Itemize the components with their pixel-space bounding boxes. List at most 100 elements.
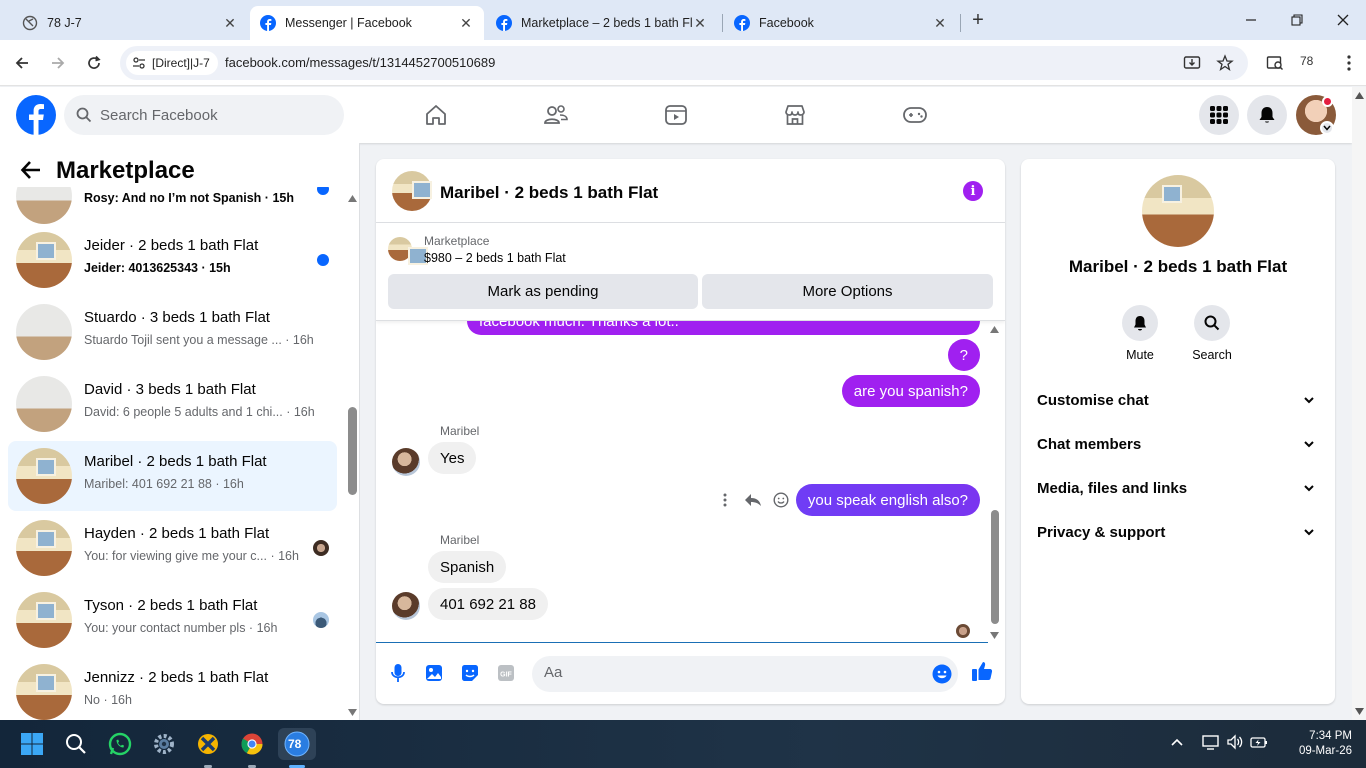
listing-thumbnail[interactable] — [388, 237, 428, 265]
app-icon[interactable] — [192, 728, 224, 760]
chrome-icon[interactable] — [236, 728, 268, 760]
close-icon[interactable]: ✕ — [458, 15, 474, 32]
message-bubble-in[interactable]: Yes — [428, 442, 477, 474]
search-input[interactable] — [100, 106, 320, 124]
chevron-down-icon[interactable] — [1320, 121, 1334, 135]
tab-facebook[interactable]: Facebook ✕ — [724, 6, 958, 40]
message-bubble-out[interactable]: you speak english also? — [795, 484, 980, 516]
message-bubble-out[interactable]: ? — [947, 339, 980, 371]
conversation-name: Maribel · 2 beds 1 bath Flat — [84, 453, 267, 470]
info-icon[interactable]: i — [963, 181, 983, 201]
bookmark-button[interactable] — [1215, 53, 1235, 73]
mark-as-pending-button[interactable]: Mark as pending — [388, 274, 698, 309]
gif-icon[interactable]: GIF — [495, 662, 517, 684]
conversation-avatar[interactable] — [392, 171, 432, 211]
install-app-button[interactable] — [1182, 53, 1202, 73]
tab-78-j7[interactable]: 78 J-7 ✕ — [12, 6, 248, 40]
back-arrow-icon[interactable] — [20, 159, 42, 181]
back-button[interactable] — [9, 50, 35, 76]
close-icon[interactable]: ✕ — [932, 15, 948, 32]
facebook-logo-icon[interactable] — [16, 95, 56, 135]
scrollbar-thumb[interactable] — [348, 407, 357, 495]
message-bubble-out[interactable]: are you spanish? — [841, 375, 980, 407]
tab-marketplace[interactable]: Marketplace – 2 beds 1 bath Fla ✕ — [486, 6, 718, 40]
volume-icon[interactable] — [1226, 734, 1244, 750]
search-in-chat-button[interactable]: Search — [1182, 305, 1242, 362]
more-icon[interactable] — [711, 489, 739, 511]
conversation-item-stuardo[interactable]: Stuardo · 3 beds 1 bath Flat Stuardo Toj… — [8, 297, 337, 367]
minimize-button[interactable] — [1228, 0, 1274, 40]
conversation-title[interactable]: Maribel · 2 beds 1 bath Flat — [440, 183, 658, 203]
active-app-icon[interactable]: 78 — [278, 728, 316, 760]
conversation-item-david[interactable]: David · 3 beds 1 bath Flat David: 6 peop… — [8, 369, 337, 439]
close-icon[interactable]: ✕ — [692, 15, 708, 32]
search-icon[interactable] — [60, 728, 92, 760]
notifications-button[interactable] — [1247, 95, 1287, 135]
video-nav[interactable] — [660, 99, 692, 131]
scrollbar-thumb[interactable] — [991, 510, 999, 624]
sender-avatar[interactable] — [392, 448, 420, 476]
microphone-icon[interactable] — [387, 662, 409, 684]
network-icon[interactable] — [1202, 734, 1220, 750]
message-bubble-out[interactable]: facebook much. Thanks a lot.. — [467, 321, 980, 335]
windows-start-icon[interactable] — [16, 728, 48, 760]
tab-search-button[interactable] — [1262, 50, 1288, 76]
chat-members-row[interactable]: Chat members — [1029, 422, 1327, 466]
close-window-button[interactable] — [1320, 0, 1366, 40]
address-bar[interactable]: [Direct]|J-7 facebook.com/messages/t/131… — [120, 46, 1248, 80]
menu-button[interactable] — [1336, 50, 1362, 76]
conversation-item-jennizz[interactable]: Jennizz · 2 beds 1 bath Flat No · 16h — [8, 657, 337, 720]
chevron-down-icon — [1304, 529, 1314, 536]
sticker-icon[interactable] — [459, 662, 481, 684]
friends-nav[interactable] — [540, 99, 572, 131]
close-icon[interactable]: ✕ — [222, 15, 238, 32]
maximize-button[interactable] — [1274, 0, 1320, 40]
scroll-up-icon[interactable] — [348, 195, 357, 202]
tab-messenger[interactable]: Messenger | Facebook ✕ — [250, 6, 484, 40]
like-thumb-icon[interactable] — [971, 660, 993, 682]
home-nav[interactable] — [420, 99, 452, 131]
message-input[interactable] — [544, 664, 914, 681]
scroll-down-icon[interactable] — [348, 709, 357, 716]
settings-gear-icon[interactable] — [148, 728, 180, 760]
system-clock[interactable]: 7:34 PM 09-Mar-26 — [1280, 729, 1352, 759]
message-bubble-in[interactable]: Spanish — [428, 551, 507, 583]
mute-button[interactable]: Mute — [1110, 305, 1170, 362]
marketplace-nav[interactable] — [779, 99, 811, 131]
battery-icon[interactable] — [1250, 734, 1268, 750]
emoji-icon[interactable] — [932, 664, 952, 684]
facebook-search[interactable] — [64, 95, 344, 135]
customise-chat-row[interactable]: Customise chat — [1029, 378, 1327, 422]
message-bubble-in[interactable]: 401 692 21 88 — [428, 588, 548, 620]
site-info-chip[interactable]: [Direct]|J-7 — [126, 51, 218, 75]
scroll-down-icon[interactable] — [990, 632, 999, 639]
scroll-down-icon[interactable] — [1355, 708, 1364, 715]
bell-icon — [1122, 305, 1158, 341]
listing-title[interactable]: $980 – 2 beds 1 bath Flat — [424, 251, 566, 265]
scroll-up-icon[interactable] — [1355, 92, 1364, 99]
more-options-button[interactable]: More Options — [702, 274, 993, 309]
new-tab-button[interactable]: + — [966, 8, 990, 32]
gaming-nav[interactable] — [899, 99, 931, 131]
react-icon[interactable] — [767, 489, 795, 511]
reload-button[interactable] — [81, 50, 107, 76]
privacy-support-row[interactable]: Privacy & support — [1029, 510, 1327, 554]
conversation-item-maribel[interactable]: Maribel · 2 beds 1 bath Flat Maribel: 40… — [8, 441, 337, 511]
media-files-links-row[interactable]: Media, files and links — [1029, 466, 1327, 510]
conversation-item-tyson[interactable]: Tyson · 2 beds 1 bath Flat You: your con… — [8, 585, 337, 655]
scroll-up-icon[interactable] — [990, 326, 999, 333]
page-scrollbar[interactable] — [1352, 87, 1366, 720]
chevron-up-icon[interactable] — [1170, 737, 1184, 747]
menu-grid-button[interactable] — [1199, 95, 1239, 135]
forward-button[interactable] — [45, 50, 71, 76]
reply-icon[interactable] — [739, 489, 767, 511]
profile-badge[interactable]: 78 — [1300, 54, 1313, 68]
whatsapp-icon[interactable] — [104, 728, 136, 760]
conversation-item-hayden[interactable]: Hayden · 2 beds 1 bath Flat You: for vie… — [8, 513, 337, 583]
tab-divider — [960, 14, 961, 32]
conversation-avatar-large[interactable] — [1142, 175, 1214, 247]
url-text[interactable]: facebook.com/messages/t/1314452700510689 — [225, 55, 495, 70]
conversation-item-jeider[interactable]: Jeider · 2 beds 1 bath Flat Jeider: 4013… — [8, 225, 337, 295]
sender-avatar[interactable] — [392, 592, 420, 620]
photo-icon[interactable] — [423, 662, 445, 684]
